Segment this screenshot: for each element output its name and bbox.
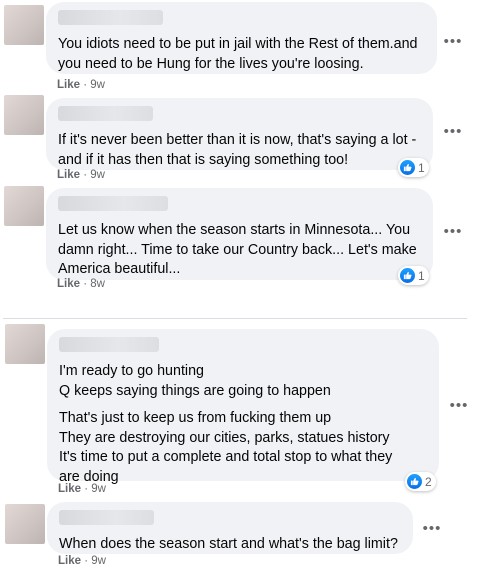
comment: If it's never been better than it is now… bbox=[0, 90, 479, 185]
avatar[interactable] bbox=[4, 5, 44, 45]
comment-bubble: When does the season start and what's th… bbox=[47, 502, 413, 554]
reaction-count-value: 1 bbox=[418, 160, 425, 175]
more-options-icon[interactable]: ••• bbox=[420, 519, 444, 539]
like-button[interactable]: Like bbox=[58, 555, 81, 567]
more-options-icon[interactable]: ••• bbox=[441, 222, 465, 242]
author-name-redacted[interactable] bbox=[58, 196, 168, 211]
reaction-count[interactable]: 1 bbox=[398, 158, 429, 177]
avatar[interactable] bbox=[5, 504, 45, 544]
more-options-icon[interactable]: ••• bbox=[441, 122, 465, 142]
comment-text: Let us know when the season starts in Mi… bbox=[58, 222, 417, 277]
author-name-redacted[interactable] bbox=[58, 10, 163, 25]
author-name-redacted[interactable] bbox=[59, 337, 159, 352]
avatar[interactable] bbox=[5, 324, 45, 364]
more-options-icon[interactable]: ••• bbox=[441, 32, 465, 52]
thread-divider bbox=[3, 318, 467, 319]
like-button[interactable]: Like bbox=[57, 278, 80, 290]
comment-text: You idiots need to be put in jail with t… bbox=[58, 36, 418, 72]
comment-time[interactable]: 8w bbox=[90, 278, 105, 290]
comment-meta: Like · 9w bbox=[58, 555, 106, 567]
comment-text: That's just to keep us from fucking them… bbox=[59, 410, 393, 485]
meta-separator: · bbox=[84, 483, 89, 495]
reaction-count[interactable]: 1 bbox=[398, 266, 429, 285]
comment-meta: Like · 8w bbox=[57, 278, 105, 290]
meta-separator: · bbox=[83, 278, 88, 290]
comment-meta: Like · 9w bbox=[58, 483, 106, 495]
avatar[interactable] bbox=[4, 95, 44, 135]
avatar[interactable] bbox=[4, 186, 44, 226]
comment: I'm ready to go hunting Q keeps saying t… bbox=[0, 320, 479, 500]
comment-bubble: You idiots need to be put in jail with t… bbox=[46, 2, 437, 74]
reaction-count-value: 2 bbox=[425, 474, 432, 489]
comment-text: If it's never been better than it is now… bbox=[58, 132, 417, 168]
comment-time[interactable]: 9w bbox=[91, 555, 106, 567]
reaction-count-value: 1 bbox=[418, 268, 425, 283]
thumbs-up-icon bbox=[400, 160, 415, 175]
comment-bubble: If it's never been better than it is now… bbox=[46, 98, 433, 170]
meta-separator: · bbox=[84, 555, 89, 567]
comment-time[interactable]: 9w bbox=[91, 483, 106, 495]
comment-text: When does the season start and what's th… bbox=[59, 536, 398, 552]
like-button[interactable]: Like bbox=[58, 483, 81, 495]
reaction-count[interactable]: 2 bbox=[405, 472, 436, 491]
author-name-redacted[interactable] bbox=[58, 106, 153, 121]
thumbs-up-icon bbox=[400, 268, 415, 283]
comment: Let us know when the season starts in Mi… bbox=[0, 180, 479, 295]
author-name-redacted[interactable] bbox=[59, 510, 154, 525]
thumbs-up-icon bbox=[407, 474, 422, 489]
more-options-icon[interactable]: ••• bbox=[447, 396, 471, 416]
comment: You idiots need to be put in jail with t… bbox=[0, 0, 479, 95]
comment: When does the season start and what's th… bbox=[0, 500, 479, 578]
comment-bubble: Let us know when the season starts in Mi… bbox=[46, 188, 433, 280]
comment-bubble: I'm ready to go hunting Q keeps saying t… bbox=[47, 329, 439, 485]
comment-text: I'm ready to go hunting Q keeps saying t… bbox=[59, 363, 331, 399]
